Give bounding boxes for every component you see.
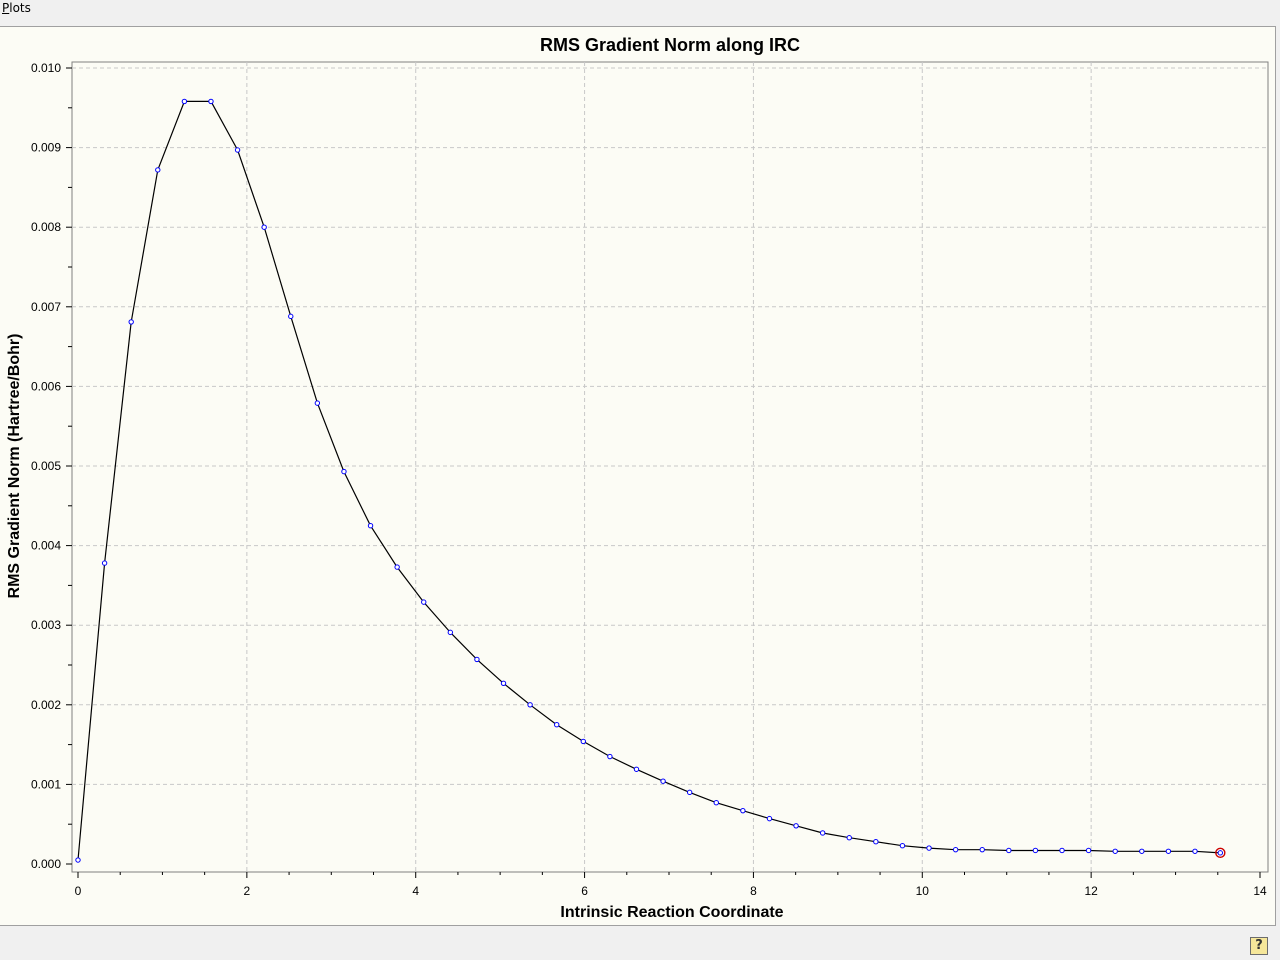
data-point bbox=[314, 400, 321, 406]
data-point bbox=[128, 319, 134, 325]
data-point bbox=[500, 680, 507, 687]
data-point bbox=[421, 599, 427, 605]
data-point bbox=[261, 224, 267, 230]
data-point bbox=[952, 846, 959, 853]
x-tick-label: 2 bbox=[244, 884, 251, 898]
y-tick-label: 0.001 bbox=[31, 777, 61, 791]
x-axis-label: Intrinsic Reaction Coordinate bbox=[560, 904, 783, 921]
data-point bbox=[793, 823, 799, 829]
data-point bbox=[1217, 850, 1224, 856]
data-point bbox=[447, 629, 454, 636]
plot-area bbox=[71, 61, 1269, 873]
data-point bbox=[580, 738, 587, 745]
data-point bbox=[1006, 847, 1012, 854]
chart-title: RMS Gradient Norm along IRC bbox=[540, 35, 800, 55]
data-point bbox=[926, 845, 932, 851]
data-point bbox=[607, 753, 613, 760]
data-point bbox=[1139, 848, 1145, 854]
y-tick-label: 0.009 bbox=[31, 141, 61, 155]
data-point bbox=[979, 846, 985, 853]
data-point bbox=[474, 656, 480, 663]
y-axis-label: RMS Gradient Norm (Hartree/Bohr) bbox=[6, 334, 23, 599]
data-point bbox=[660, 778, 666, 784]
data-point bbox=[1059, 847, 1065, 854]
data-point bbox=[288, 313, 294, 320]
data-point bbox=[181, 98, 188, 105]
data-point bbox=[208, 98, 214, 105]
y-tick-label: 0.004 bbox=[31, 539, 61, 553]
data-point bbox=[1032, 847, 1039, 854]
y-tick-label: 0.000 bbox=[31, 857, 61, 871]
y-tick-label: 0.008 bbox=[31, 220, 61, 234]
data-point bbox=[527, 702, 533, 708]
x-tick-label: 0 bbox=[75, 884, 82, 898]
data-point bbox=[633, 766, 640, 772]
data-point bbox=[873, 839, 879, 845]
data-point bbox=[819, 830, 826, 836]
data-point bbox=[740, 807, 746, 814]
help-icon[interactable]: ? bbox=[1250, 937, 1268, 955]
y-tick-label: 0.003 bbox=[31, 618, 61, 632]
data-point bbox=[101, 560, 108, 566]
x-tick-label: 4 bbox=[412, 884, 419, 898]
y-tick-label: 0.006 bbox=[31, 379, 61, 393]
data-point bbox=[686, 789, 693, 796]
data-point bbox=[1165, 848, 1172, 854]
y-tick-label: 0.010 bbox=[31, 61, 61, 75]
data-point bbox=[554, 722, 560, 728]
data-point bbox=[1085, 847, 1092, 854]
data-point bbox=[1192, 848, 1198, 854]
irc-chart: RMS Gradient Norm along IRC Intrinsic Re… bbox=[6, 35, 1269, 921]
data-point bbox=[234, 147, 241, 153]
data-point bbox=[713, 800, 719, 806]
data-point bbox=[899, 842, 906, 849]
status-bar bbox=[0, 928, 1280, 960]
x-tick-label: 10 bbox=[916, 884, 930, 898]
data-point bbox=[75, 857, 81, 863]
data-point bbox=[1112, 848, 1118, 854]
data-point bbox=[155, 167, 161, 173]
data-point bbox=[367, 523, 374, 529]
data-point bbox=[341, 468, 347, 475]
x-tick-label: 8 bbox=[750, 884, 757, 898]
y-tick-label: 0.007 bbox=[31, 300, 61, 314]
data-point bbox=[394, 564, 400, 570]
x-tick-label: 12 bbox=[1084, 884, 1098, 898]
y-tick-label: 0.002 bbox=[31, 698, 61, 712]
x-tick-label: 14 bbox=[1253, 884, 1267, 898]
data-point bbox=[846, 835, 852, 841]
x-tick-label: 6 bbox=[581, 884, 588, 898]
data-point bbox=[766, 815, 773, 822]
y-tick-label: 0.005 bbox=[31, 459, 61, 473]
